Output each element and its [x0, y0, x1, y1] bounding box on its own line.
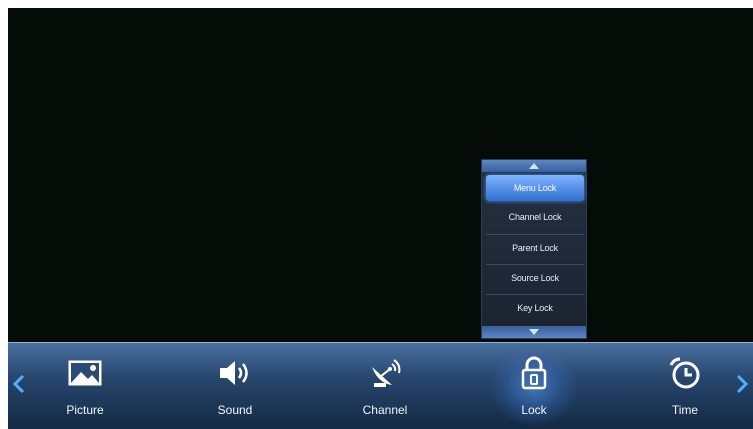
- submenu-item-parent-lock[interactable]: Parent Lock: [486, 234, 584, 260]
- menu-item-channel[interactable]: Channel: [330, 343, 440, 429]
- picture-icon: [65, 355, 105, 391]
- menu-item-label: Picture: [66, 403, 104, 417]
- submenu-item-menu-lock[interactable]: Menu Lock: [486, 175, 584, 201]
- scroll-down-arrow-icon[interactable]: [482, 326, 586, 338]
- satellite-dish-icon: [365, 355, 405, 391]
- scroll-up-arrow-icon[interactable]: [482, 160, 586, 172]
- nav-left-arrow-icon[interactable]: [12, 373, 26, 395]
- menu-item-lock[interactable]: Lock: [479, 343, 589, 429]
- nav-right-arrow-icon[interactable]: [735, 373, 749, 395]
- submenu-item-channel-lock[interactable]: Channel Lock: [486, 204, 584, 230]
- main-menu-bar: Picture Sound Channel Lock Time: [8, 342, 753, 429]
- menu-item-picture[interactable]: Picture: [30, 343, 140, 429]
- menu-item-label: Time: [671, 403, 699, 417]
- submenu-item-source-lock[interactable]: Source Lock: [486, 264, 584, 290]
- menu-item-label: Channel: [362, 403, 408, 417]
- menu-item-sound[interactable]: Sound: [180, 343, 290, 429]
- menu-item-label: Lock: [521, 403, 547, 417]
- submenu-item-key-lock[interactable]: Key Lock: [486, 294, 584, 320]
- alarm-clock-icon: [665, 355, 705, 391]
- menu-item-time[interactable]: Time: [630, 343, 740, 429]
- menu-item-label: Sound: [217, 403, 253, 417]
- padlock-icon: [514, 355, 554, 391]
- speaker-icon: [215, 355, 255, 391]
- lock-submenu: Menu Lock Channel Lock Parent Lock Sourc…: [481, 159, 587, 339]
